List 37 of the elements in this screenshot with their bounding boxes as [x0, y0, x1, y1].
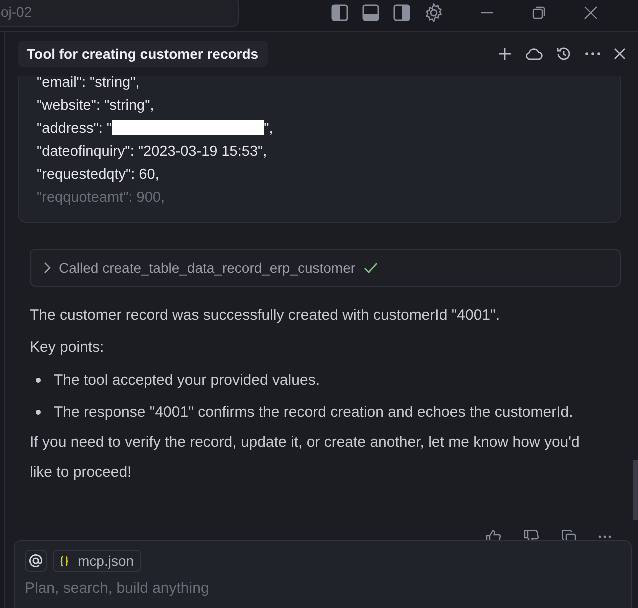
bullet-text: The response "4001" confirms the record creation and echoes the customerId.	[54, 404, 574, 420]
bottom-panel-toggle-icon[interactable]	[362, 4, 380, 22]
bullet-text: The tool accepted your provided values.	[54, 372, 320, 388]
code-line: "reqquoteamt": 900,	[37, 190, 165, 206]
braces-icon	[60, 556, 69, 566]
context-file-chip[interactable]: mcp.json	[53, 550, 142, 572]
scrollbar-thumb[interactable]	[633, 460, 638, 520]
code-line: "email": "string",	[37, 75, 140, 91]
checkmark-icon	[364, 262, 378, 274]
close-icon[interactable]	[583, 4, 599, 20]
mention-icon[interactable]	[25, 550, 47, 572]
chat-title-tab[interactable]: Tool for creating customer records	[18, 41, 268, 67]
tool-call-row[interactable]: Called create_table_data_record_erp_customer	[30, 249, 621, 287]
more-icon[interactable]	[585, 52, 601, 56]
cloud-icon[interactable]	[525, 47, 543, 61]
message-text: The customer record was successfully created with customerId "4001".	[30, 306, 502, 326]
left-sidebar-toggle-icon[interactable]	[331, 4, 349, 22]
close-icon[interactable]	[614, 48, 626, 60]
chat-input-box[interactable]: mcp.json Plan, search, build anything	[14, 540, 632, 608]
new-chat-icon[interactable]	[498, 47, 512, 61]
bullet-icon	[36, 410, 41, 414]
chevron-icon	[43, 262, 51, 274]
code-text: "address": "	[37, 121, 112, 137]
tool-call-label: Called create_table_data_record_erp_customer	[59, 260, 356, 276]
code-text: ",	[264, 121, 274, 137]
code-line: "website": "string",	[37, 98, 154, 114]
message-text: If you need to verify the record, update it, or create another, let me know how you'd like to proceed!	[30, 433, 581, 483]
prompt-input[interactable]: Plan, search, build anything	[25, 578, 621, 599]
history-icon[interactable]	[556, 46, 572, 62]
settings-icon[interactable]	[424, 2, 444, 22]
more-icon[interactable]	[598, 535, 612, 539]
message-text: Key points:	[30, 338, 106, 358]
restore-icon[interactable]	[531, 4, 547, 20]
code-line: "requestedqty": 60,	[37, 167, 160, 183]
bullet-icon	[36, 378, 41, 382]
right-sidebar-toggle-icon[interactable]	[393, 4, 411, 22]
code-line: "dateofinquiry": "2023-03-19 15:53",	[37, 144, 268, 160]
